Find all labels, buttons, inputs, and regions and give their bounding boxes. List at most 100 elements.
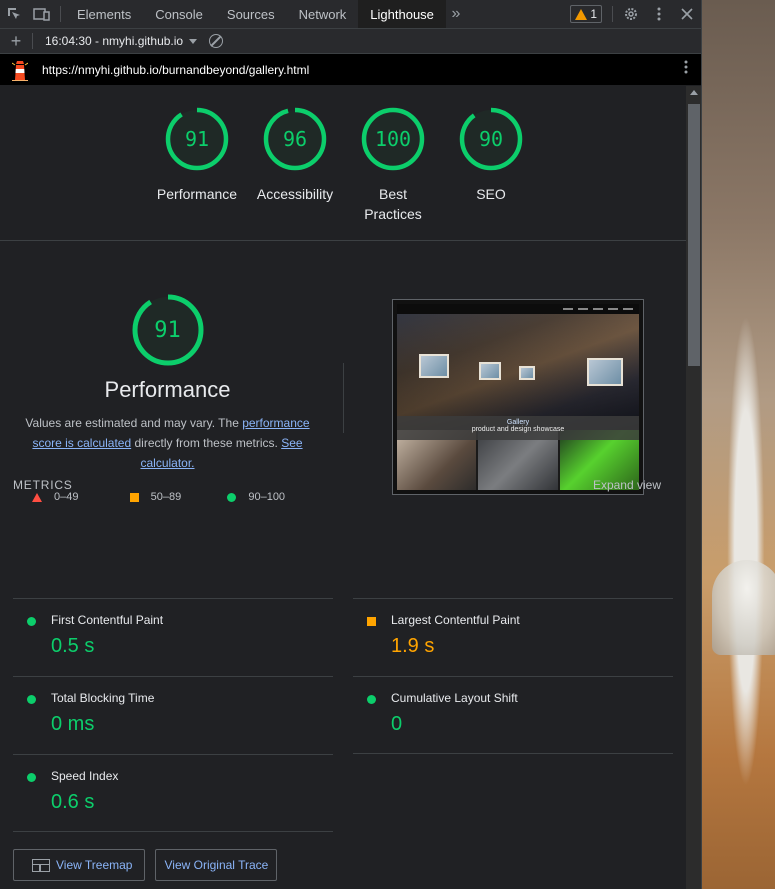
view-original-trace-button[interactable]: View Original Trace xyxy=(155,849,278,881)
screenshot-banner-title: Gallery xyxy=(506,419,530,426)
fail-triangle-icon xyxy=(32,492,42,502)
pass-circle-icon xyxy=(27,695,36,704)
screenshot-hero: Gallery product and design showcase xyxy=(397,314,639,440)
scroll-thumb[interactable] xyxy=(688,104,700,366)
inspect-element-icon[interactable] xyxy=(0,0,28,28)
clear-reports-icon[interactable] xyxy=(209,34,224,48)
gauge-performance[interactable]: 91 Performance xyxy=(148,86,246,240)
gauge-score: 96 xyxy=(282,127,308,151)
warnings-badge[interactable]: 1 xyxy=(570,5,602,23)
gauge-seo[interactable]: 90 SEO xyxy=(442,86,540,240)
metric-title: Largest Contentful Paint xyxy=(391,613,520,627)
metrics-label: METRICS xyxy=(13,478,73,492)
lighthouse-logo-icon xyxy=(11,59,29,81)
toolbar-separator xyxy=(32,33,33,49)
performance-description: Values are estimated and may vary. The p… xyxy=(10,413,325,473)
warning-icon xyxy=(575,8,588,20)
gauge-score: 100 xyxy=(374,127,412,151)
metric-title: Cumulative Layout Shift xyxy=(391,691,518,705)
devtools-panel: Elements Console Sources Network Lightho… xyxy=(0,0,702,889)
view-original-trace-label: View Original Trace xyxy=(164,858,269,872)
metric-title: Speed Index xyxy=(51,769,119,783)
customize-menu-icon[interactable] xyxy=(645,0,673,28)
report-url[interactable]: https://nmyhi.github.io/burnandbeyond/ga… xyxy=(42,63,671,77)
desc-text: directly from these metrics. xyxy=(131,436,282,450)
average-square-icon xyxy=(367,617,376,626)
gauge-label: Accessibility xyxy=(256,186,334,202)
metric-title: First Contentful Paint xyxy=(51,613,164,627)
metrics-header: METRICS Expand view xyxy=(13,478,673,492)
section-divider xyxy=(343,363,344,433)
screenshot-navbar xyxy=(397,304,639,314)
report-scrollbar[interactable] xyxy=(686,86,701,889)
pass-circle-icon xyxy=(367,695,376,704)
pass-circle-icon xyxy=(227,492,237,502)
metric-tbt: Total Blocking Time 0 ms xyxy=(13,676,333,754)
gauge-score: 91 xyxy=(184,127,210,151)
background-photo xyxy=(702,0,775,889)
metric-title: Total Blocking Time xyxy=(51,691,155,705)
metric-fcp: First Contentful Paint 0.5 s xyxy=(13,598,333,676)
view-treemap-label: View Treemap xyxy=(56,858,133,872)
score-gauges: 91 Performance 96 Accessibility 100 Best… xyxy=(0,86,686,241)
tab-separator xyxy=(612,6,613,22)
legend-pass: 90–100 xyxy=(227,491,325,503)
settings-gear-icon[interactable] xyxy=(617,0,645,28)
final-screenshot[interactable]: Gallery product and design showcase xyxy=(392,299,644,495)
new-report-icon[interactable]: + xyxy=(0,29,32,54)
performance-summary: 91 Performance Values are estimated and … xyxy=(10,293,325,503)
desc-text: Values are estimated and may vary. The xyxy=(25,416,243,430)
scroll-up-arrow-icon[interactable] xyxy=(690,90,698,95)
metric-value: 0 ms xyxy=(51,713,95,735)
performance-gauge: 91 xyxy=(131,293,205,367)
legend-fail: 0–49 xyxy=(32,491,130,503)
gauge-best-practices[interactable]: 100 Best Practices xyxy=(344,86,442,240)
lighthouse-toolbar: + 16:04:30 - nmyhi.github.io xyxy=(0,29,701,54)
gauge-score: 90 xyxy=(478,127,504,151)
performance-score: 91 xyxy=(154,317,181,343)
score-legend: 0–49 50–89 90–100 xyxy=(10,491,325,503)
screenshot-image: Gallery product and design showcase xyxy=(397,304,639,490)
tab-sources[interactable]: Sources xyxy=(215,0,287,28)
report-selector-label: 16:04:30 - nmyhi.github.io xyxy=(45,34,184,48)
more-tabs-icon[interactable]: » xyxy=(446,0,466,28)
report-selector[interactable]: 16:04:30 - nmyhi.github.io xyxy=(45,34,198,48)
gauge-ring: 100 xyxy=(360,106,426,172)
metric-lcp: Largest Contentful Paint 1.9 s xyxy=(353,598,673,676)
tab-elements[interactable]: Elements xyxy=(65,0,143,28)
performance-title: Performance xyxy=(104,377,231,402)
tab-lighthouse[interactable]: Lighthouse xyxy=(358,0,446,28)
gauge-label: Best Practices xyxy=(364,186,422,222)
close-devtools-icon[interactable] xyxy=(673,0,701,28)
legend-range: 50–89 xyxy=(150,491,182,503)
device-toolbar-icon[interactable] xyxy=(28,0,56,28)
metric-cls: Cumulative Layout Shift 0 xyxy=(353,676,673,754)
metric-value: 1.9 s xyxy=(391,635,435,657)
treemap-icon xyxy=(32,858,50,872)
metric-value: 0.5 s xyxy=(51,635,95,657)
devtools-tabbar: Elements Console Sources Network Lightho… xyxy=(0,0,701,29)
pass-circle-icon xyxy=(27,773,36,782)
report-menu-icon[interactable] xyxy=(671,60,701,79)
legend-range: 90–100 xyxy=(248,491,286,503)
legend-range: 0–49 xyxy=(54,491,79,503)
tab-console[interactable]: Console xyxy=(143,0,215,28)
screenshot-banner-subtitle: product and design showcase xyxy=(471,426,565,433)
gauge-accessibility[interactable]: 96 Accessibility xyxy=(246,86,344,240)
warning-count: 1 xyxy=(590,7,597,21)
average-square-icon xyxy=(129,492,139,502)
metric-value: 0 xyxy=(391,713,403,735)
screenshot-banner: Gallery product and design showcase xyxy=(397,416,639,440)
gauge-ring: 96 xyxy=(262,106,328,172)
gauge-label: Performance xyxy=(156,186,238,202)
glass-object xyxy=(712,560,775,655)
expand-view-toggle[interactable]: Expand view xyxy=(593,478,673,492)
pass-circle-icon xyxy=(27,617,36,626)
view-treemap-button[interactable]: View Treemap xyxy=(13,849,146,881)
legend-average: 50–89 xyxy=(129,491,228,503)
chevron-down-icon xyxy=(189,38,198,44)
performance-category: 91 Performance Values are estimated and … xyxy=(0,241,686,541)
tab-network[interactable]: Network xyxy=(287,0,359,28)
metric-value: 0.6 s xyxy=(51,791,95,813)
gauge-ring: 90 xyxy=(458,106,524,172)
